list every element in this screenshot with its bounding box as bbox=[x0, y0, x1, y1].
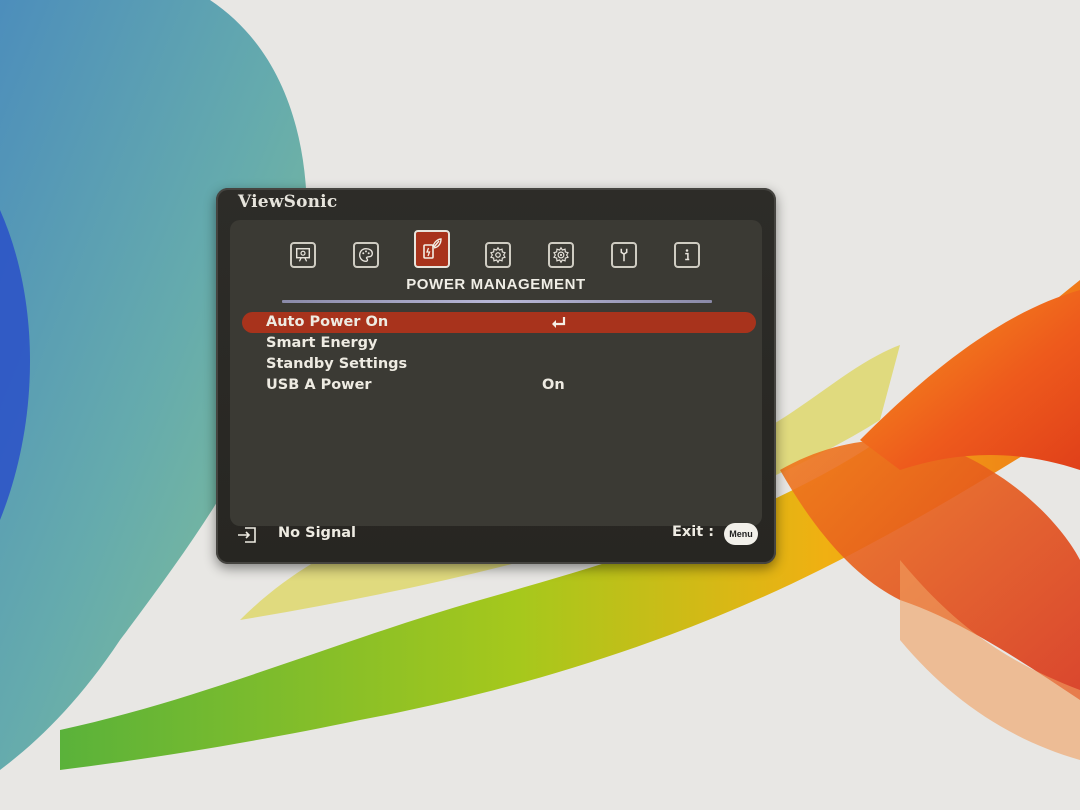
signal-status: No Signal bbox=[278, 525, 357, 541]
gear-icon bbox=[490, 246, 506, 264]
tab-basic[interactable] bbox=[485, 242, 511, 268]
info-icon bbox=[685, 249, 690, 261]
menu-items: Auto Power On Smart Energy Standby Setti… bbox=[242, 312, 756, 396]
palette-icon bbox=[359, 248, 373, 262]
menu-item-standby-settings[interactable]: Standby Settings bbox=[242, 354, 756, 375]
power-leaf-icon bbox=[423, 238, 442, 259]
menu-item-smart-energy[interactable]: Smart Energy bbox=[242, 333, 756, 354]
title-divider bbox=[282, 300, 712, 303]
menu-item-label: USB A Power bbox=[266, 377, 372, 393]
input-source-icon bbox=[238, 527, 256, 543]
wrench-icon bbox=[620, 248, 628, 262]
brand-logo: ViewSonic bbox=[238, 192, 338, 212]
menu-item-usb-a-power[interactable]: USB A Power On bbox=[242, 375, 756, 396]
menu-item-label: Smart Energy bbox=[266, 335, 378, 351]
display-icon bbox=[295, 247, 311, 262]
tab-display[interactable] bbox=[290, 242, 316, 268]
menu-body: POWER MANAGEMENT Auto Power On Smart Ene… bbox=[230, 220, 762, 526]
menu-item-auto-power-on[interactable]: Auto Power On bbox=[242, 312, 756, 333]
menu-item-value: On bbox=[542, 377, 565, 393]
tab-advanced[interactable] bbox=[548, 242, 574, 268]
menu-item-label: Auto Power On bbox=[266, 314, 389, 330]
menu-title: POWER MANAGEMENT bbox=[406, 276, 586, 293]
enter-icon bbox=[552, 317, 566, 328]
tab-power-management[interactable] bbox=[414, 230, 450, 268]
tab-system[interactable] bbox=[611, 242, 637, 268]
osd-menu-panel: ViewSonic POWER MANAGEMENT Auto Power On… bbox=[216, 188, 776, 564]
tab-information[interactable] bbox=[674, 242, 700, 268]
menu-footer: No Signal Exit : Menu bbox=[216, 522, 776, 548]
advanced-gear-icon bbox=[553, 246, 569, 264]
tab-picture[interactable] bbox=[353, 242, 379, 268]
menu-button[interactable]: Menu bbox=[724, 523, 758, 545]
menu-item-label: Standby Settings bbox=[266, 356, 408, 372]
exit-label: Exit : bbox=[671, 524, 714, 540]
